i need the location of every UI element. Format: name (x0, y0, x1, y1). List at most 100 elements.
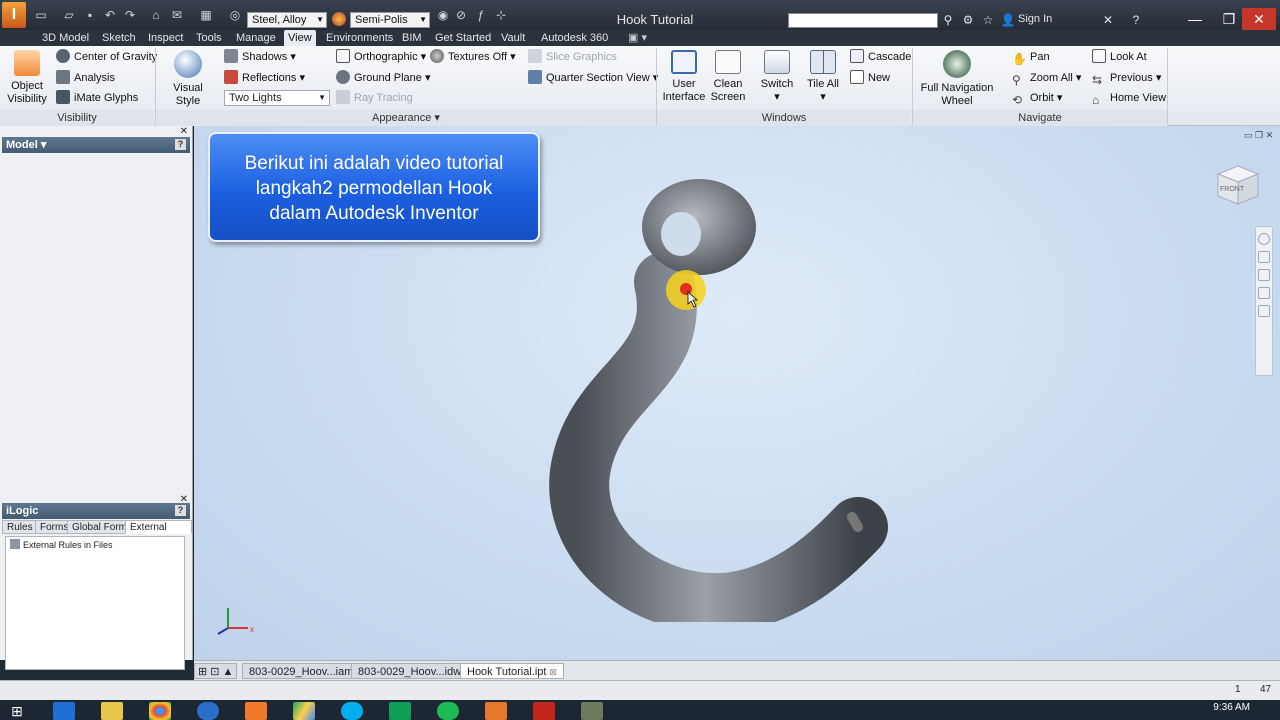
clean-screen-button[interactable]: Clean Screen (708, 50, 748, 104)
home-icon[interactable]: ⌂ (149, 8, 163, 22)
subscription-icon[interactable]: ⚙ (960, 12, 976, 28)
fx-icon[interactable]: ƒ (474, 8, 488, 22)
reflections-button[interactable]: Reflections ▾ (224, 70, 305, 86)
close-tab-icon[interactable]: ⊠ (550, 667, 558, 677)
help-icon[interactable]: ? (175, 505, 186, 516)
viewcube-icon[interactable]: FRONT (1214, 162, 1260, 206)
lighting-style-dropdown[interactable]: Two Lights ▼ (224, 90, 330, 106)
cascade-button[interactable]: Cascade (850, 49, 911, 65)
center-of-gravity-button[interactable]: Center of Gravity (56, 49, 157, 65)
tile-all-button[interactable]: Tile All ▾ (802, 50, 844, 104)
properties-icon[interactable]: ▦ (199, 8, 213, 22)
orbit-button[interactable]: ⟲ Orbit ▾ (1012, 90, 1062, 107)
tile-views-icon[interactable]: ⊞ ⊡ ▲ (194, 663, 238, 679)
new-file-icon[interactable]: ▭ (34, 8, 48, 22)
ribbon-options-icon[interactable]: ▣ ▾ (624, 30, 651, 46)
search-input[interactable] (788, 13, 938, 28)
tree-item-external-rules[interactable]: External Rules in Files (10, 539, 113, 550)
appearance-dropdown[interactable]: Semi-Polis ▼ (350, 12, 430, 28)
sketch-icon[interactable]: ⊹ (494, 8, 508, 22)
minimize-button[interactable]: — (1178, 8, 1212, 30)
zoom-all-button[interactable]: ⚲ Zoom All ▾ (1012, 70, 1081, 87)
inventor-taskbar-icon[interactable] (485, 702, 507, 720)
object-visibility-button[interactable]: Object Visibility (4, 50, 50, 106)
home-view-button[interactable]: ⌂ Home View (1092, 90, 1166, 107)
file-explorer-icon[interactable] (101, 702, 123, 720)
appearance-panel-label[interactable]: Appearance ▾ (156, 110, 656, 126)
doc-tab-drawing[interactable]: 803-0029_Hoov...idw (351, 663, 469, 679)
tab-get-started[interactable]: Get Started (431, 30, 495, 46)
look-at-tool-icon[interactable] (1258, 305, 1270, 317)
viewport-window-controls[interactable]: ▭ ❐ ✕ (1244, 130, 1273, 141)
media-player-icon[interactable] (245, 702, 267, 720)
textures-button[interactable]: Textures Off ▾ (430, 49, 516, 65)
steering-wheel-icon[interactable] (1258, 233, 1270, 245)
inventor-logo-icon[interactable]: I (2, 2, 26, 28)
tab-rules[interactable]: Rules (2, 520, 38, 534)
orbit-tool-icon[interactable] (1258, 287, 1270, 299)
switch-button[interactable]: Switch ▾ (756, 50, 798, 104)
app-icon[interactable] (581, 702, 603, 720)
tab-vault[interactable]: Vault (497, 30, 529, 46)
pan-button[interactable]: ✋ Pan (1012, 49, 1050, 66)
tab-3d-model[interactable]: 3D Model (38, 30, 93, 46)
skype-icon[interactable] (341, 702, 363, 720)
close-button[interactable]: ✕ (1242, 8, 1276, 30)
tab-inspect[interactable]: Inspect (144, 30, 187, 46)
user-icon[interactable]: 👤 (1000, 12, 1016, 28)
search-tools-icon[interactable]: ⚲ (940, 12, 956, 28)
pan-tool-icon[interactable] (1258, 251, 1270, 263)
analysis-button[interactable]: Analysis (56, 70, 115, 86)
model-panel-header[interactable]: Model ▾? (2, 137, 190, 153)
tab-sketch[interactable]: Sketch (98, 30, 140, 46)
doc-tab-hook-part[interactable]: Hook Tutorial.ipt ⊠ (460, 663, 565, 679)
redo-icon[interactable]: ↷ (123, 8, 137, 22)
full-navigation-wheel-button[interactable]: Full Navigation Wheel (918, 50, 996, 108)
material-dropdown[interactable]: Steel, Alloy ▼ (247, 12, 327, 28)
adjust-icon[interactable]: ◉ (436, 8, 450, 22)
tab-autodesk-360[interactable]: Autodesk 360 (537, 30, 612, 46)
user-interface-button[interactable]: User Interface (662, 50, 706, 104)
imate-glyphs-button[interactable]: iMate Glyphs (56, 90, 138, 106)
tab-bim[interactable]: BIM (398, 30, 426, 46)
ribbon-tabs: 3D Model Sketch Inspect Tools Manage Vie… (0, 30, 1280, 46)
tab-environments[interactable]: Environments (322, 30, 397, 46)
previous-view-button[interactable]: ⇆ Previous ▾ (1092, 70, 1161, 87)
material-icon[interactable]: ◎ (228, 8, 242, 22)
chrome-icon[interactable] (149, 702, 171, 720)
quarter-section-view-button[interactable]: Quarter Section View ▾ (528, 70, 658, 86)
close-pane-icon[interactable]: ✕ (180, 126, 188, 137)
help-icon[interactable]: ? (175, 139, 186, 150)
sign-in-link[interactable]: Sign In (1018, 13, 1052, 25)
spotify-icon[interactable] (437, 702, 459, 720)
windows-start-icon[interactable]: ⊞ (6, 702, 28, 720)
google-drive-icon[interactable] (293, 702, 315, 720)
tab-view[interactable]: View (284, 30, 316, 46)
tab-tools[interactable]: Tools (192, 30, 226, 46)
internet-explorer-icon[interactable] (53, 702, 75, 720)
help-icon[interactable]: ? (1128, 12, 1144, 28)
close-doc-icon[interactable]: ✉ (170, 8, 184, 22)
hangouts-icon[interactable] (389, 702, 411, 720)
undo-icon[interactable]: ↶ (103, 8, 117, 22)
tab-external-rules[interactable]: External Rules (125, 520, 192, 547)
ground-plane-button[interactable]: Ground Plane ▾ (336, 70, 430, 86)
look-at-button[interactable]: Look At (1092, 49, 1147, 65)
system-clock[interactable]: 9:36 AM (1213, 702, 1250, 713)
acrobat-icon[interactable] (533, 702, 555, 720)
hook-3d-model[interactable] (534, 172, 894, 622)
shadows-button[interactable]: Shadows ▾ (224, 49, 296, 65)
zoom-tool-icon[interactable] (1258, 269, 1270, 281)
graphics-viewport[interactable]: Berikut ini adalah video tutorial langka… (194, 126, 1280, 660)
save-icon[interactable]: ▪ (83, 8, 97, 22)
exchange-apps-icon[interactable]: ✕ (1100, 12, 1116, 28)
clear-icon[interactable]: ⊘ (454, 8, 468, 22)
network-globe-icon[interactable] (197, 702, 219, 720)
tab-manage[interactable]: Manage (232, 30, 280, 46)
open-icon[interactable]: ▱ (62, 8, 76, 22)
maximize-button[interactable]: ❐ (1212, 8, 1246, 30)
new-window-button[interactable]: New (850, 70, 890, 86)
doc-tab-assembly[interactable]: 803-0029_Hoov...iam (242, 663, 361, 679)
orthographic-button[interactable]: Orthographic ▾ (336, 49, 426, 65)
favorites-star-icon[interactable]: ☆ (980, 12, 996, 28)
